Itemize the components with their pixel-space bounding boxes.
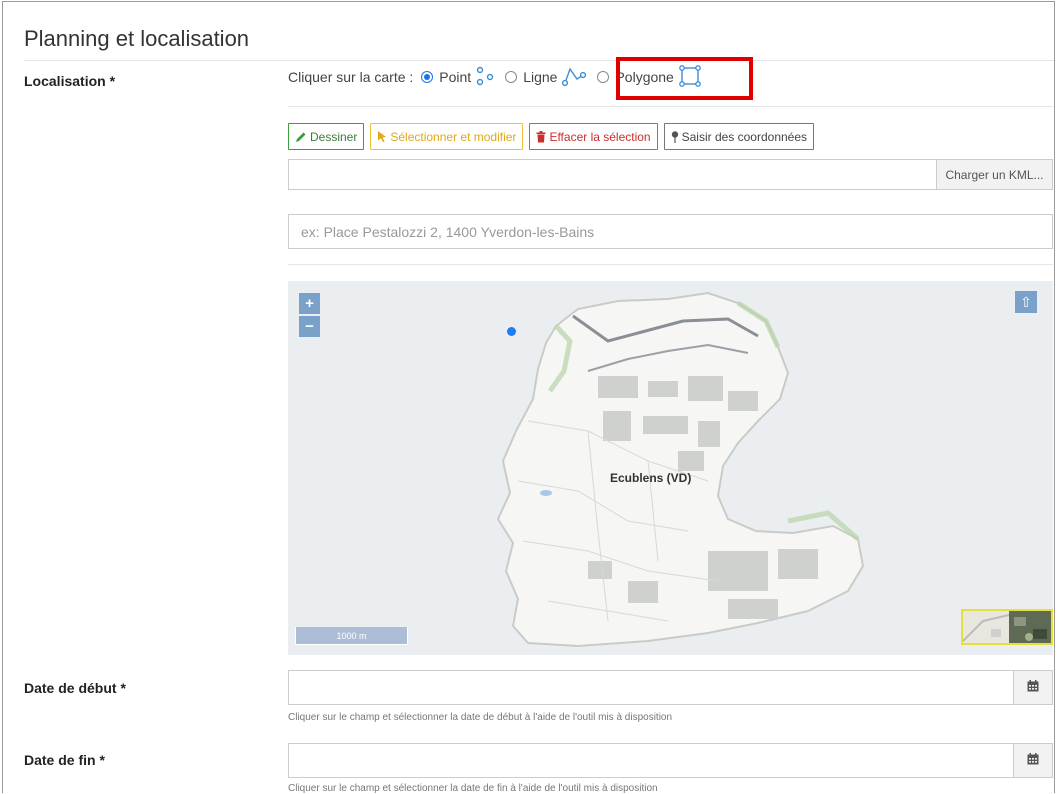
zoom-in-button[interactable]: + bbox=[299, 293, 320, 314]
zoom-out-button[interactable]: − bbox=[299, 316, 320, 337]
pencil-icon bbox=[295, 131, 307, 143]
radio-line[interactable]: Ligne bbox=[505, 65, 587, 90]
drawing-toolbar: Dessiner Sélectionner et modifier Efface… bbox=[288, 123, 815, 150]
radio-point-label: Point bbox=[439, 69, 472, 85]
line-icon bbox=[561, 65, 587, 90]
geometry-prefix: Cliquer sur la carte : bbox=[288, 69, 414, 85]
radio-polygon-button[interactable] bbox=[597, 71, 610, 83]
radio-line-label: Ligne bbox=[523, 69, 558, 85]
divider bbox=[288, 264, 1053, 265]
select-modify-button[interactable]: Sélectionner et modifier bbox=[370, 123, 524, 150]
start-date-calendar-button[interactable] bbox=[1014, 670, 1053, 705]
divider bbox=[288, 106, 1053, 107]
load-kml-button[interactable]: Charger un KML... bbox=[936, 159, 1053, 190]
radio-point[interactable]: Point bbox=[421, 66, 495, 89]
radio-line-button[interactable] bbox=[505, 71, 518, 83]
trash-icon bbox=[536, 130, 546, 143]
section-title: Planning et localisation bbox=[24, 26, 250, 51]
erase-selection-button-label: Effacer la sélection bbox=[549, 129, 651, 144]
draw-button-label: Dessiner bbox=[310, 129, 358, 144]
point-icon bbox=[475, 66, 495, 89]
polygon-highlight-box bbox=[616, 57, 753, 100]
enter-coordinates-button-label: Saisir des coordonnées bbox=[681, 129, 808, 144]
erase-selection-button[interactable]: Effacer la sélection bbox=[529, 123, 658, 150]
start-date-help: Cliquer sur le champ et sélectionner la … bbox=[288, 712, 673, 723]
end-date-label: Date de fin * bbox=[24, 752, 105, 768]
map-pin-icon bbox=[671, 130, 679, 143]
basemap-switcher[interactable] bbox=[961, 609, 1053, 645]
select-modify-button-label: Sélectionner et modifier bbox=[390, 129, 517, 144]
plan-layer-thumbnail[interactable] bbox=[963, 611, 1010, 643]
map-place-label: Ecublens (VD) bbox=[610, 471, 692, 485]
kml-file-field[interactable] bbox=[288, 159, 936, 190]
draw-button[interactable]: Dessiner bbox=[288, 123, 365, 150]
end-date-calendar-button[interactable] bbox=[1014, 743, 1053, 778]
north-arrow-button[interactable]: ⇧ bbox=[1015, 291, 1037, 313]
end-date-help: Cliquer sur le champ et sélectionner la … bbox=[288, 783, 658, 794]
municipality-territory bbox=[496, 291, 865, 648]
calendar-icon bbox=[1027, 679, 1039, 697]
map-point-marker[interactable] bbox=[507, 327, 516, 336]
start-date-label: Date de début * bbox=[24, 680, 126, 696]
cursor-icon bbox=[377, 130, 387, 143]
calendar-icon bbox=[1027, 752, 1039, 770]
aerial-layer-thumbnail[interactable] bbox=[1009, 611, 1051, 643]
start-date-input[interactable] bbox=[288, 670, 1014, 705]
address-search-input[interactable]: ex: Place Pestalozzi 2, 1400 Yverdon-les… bbox=[288, 214, 1053, 249]
map-view[interactable]: + − ⇧ Ecublens (VD) 1000 m bbox=[288, 281, 1053, 655]
scale-bar: 1000 m bbox=[295, 627, 408, 645]
title-divider bbox=[24, 60, 1054, 61]
enter-coordinates-button[interactable]: Saisir des coordonnées bbox=[663, 123, 815, 150]
localisation-label: Localisation * bbox=[24, 73, 116, 89]
end-date-input[interactable] bbox=[288, 743, 1014, 778]
radio-point-button[interactable] bbox=[421, 71, 434, 83]
